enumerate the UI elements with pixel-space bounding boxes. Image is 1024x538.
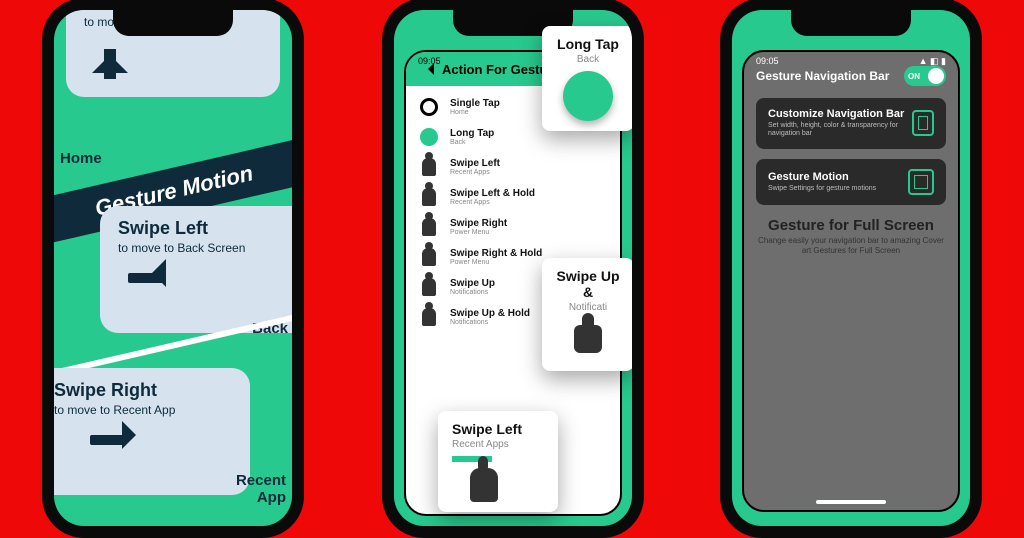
card-customize-navbar[interactable]: Customize Navigation Bar Set width, heig…	[756, 98, 946, 149]
arrow-right-icon	[94, 435, 142, 483]
arrow-left-icon	[118, 273, 166, 321]
popup-title: Swipe Up &	[556, 268, 620, 300]
long-tap-icon	[420, 128, 438, 146]
settings-toggle-row: Gesture Navigation Bar ON	[756, 66, 946, 86]
card-title: Gesture Motion	[768, 171, 876, 183]
swipe-hold-icon	[422, 248, 436, 266]
popup-title: Long Tap	[556, 36, 620, 52]
popup-sub: Back	[556, 54, 620, 65]
toggle-switch[interactable]: ON	[904, 66, 946, 86]
swipe-hold-icon	[422, 308, 436, 326]
phone-notch	[791, 10, 911, 36]
popup-swipe-up: Swipe Up & Notificati	[542, 258, 634, 371]
popup-sub: Recent Apps	[452, 439, 544, 450]
swipe-right-sub: to move to Recent App	[54, 403, 232, 417]
swipe-icon	[422, 158, 436, 176]
phone-notch	[113, 10, 233, 36]
toggle-label: Gesture Navigation Bar	[756, 69, 889, 83]
inner-app-window: 09:05 ▲ ◧ ▮ Gesture Navigation Bar ON Cu…	[742, 50, 960, 512]
status-time: 09:05	[756, 56, 779, 67]
fullscreen-sub: Change easily your navigation bar to ama…	[756, 236, 946, 257]
swipe-left-sub: to move to Back Screen	[118, 241, 292, 255]
phone-mockup-2: 09:05 ▲ ◧ ▮ Action For Gesture Single Ta…	[382, 0, 644, 538]
phone-mockup-1: Swipe Up to move to Home Screen Home Ges…	[42, 0, 304, 538]
list-item[interactable]: Swipe RightPower Menu	[418, 212, 608, 242]
card-swipe-right: Swipe Right to move to Recent App	[54, 368, 250, 495]
screen-settings: 09:05 ▲ ◧ ▮ Gesture Navigation Bar ON Cu…	[732, 10, 970, 526]
single-tap-icon	[420, 98, 438, 116]
swipe-up-hand-icon	[568, 317, 608, 357]
card-swipe-left: Swipe Left to move to Back Screen	[100, 206, 292, 333]
home-indicator	[816, 500, 886, 504]
card-sub: Swipe Settings for gesture motions	[768, 185, 876, 193]
popup-swipe-left: Swipe Left Recent Apps	[438, 411, 558, 512]
card-gesture-motion[interactable]: Gesture Motion Swipe Settings for gestur…	[756, 159, 946, 205]
swipe-hold-icon	[422, 188, 436, 206]
swipe-icon	[422, 218, 436, 236]
card-title: Customize Navigation Bar	[768, 108, 912, 120]
list-item[interactable]: Swipe Left & HoldRecent Apps	[418, 182, 608, 212]
gesture-icon	[908, 169, 934, 195]
phone-mockup-3: 09:05 ▲ ◧ ▮ Gesture Navigation Bar ON Cu…	[720, 0, 982, 538]
arrow-up-icon	[84, 37, 132, 85]
hand-icon	[470, 468, 498, 502]
popup-long-tap: Long Tap Back	[542, 26, 634, 131]
app-store-screenshots: Swipe Up to move to Home Screen Home Ges…	[0, 0, 1024, 536]
popup-sub: Notificati	[556, 302, 620, 313]
screen-action-list: 09:05 ▲ ◧ ▮ Action For Gesture Single Ta…	[394, 10, 632, 526]
screen-gesture-tutorial: Swipe Up to move to Home Screen Home Ges…	[54, 10, 292, 526]
fullscreen-title: Gesture for Full Screen	[756, 217, 946, 234]
hint-recent: Recent App	[226, 472, 286, 506]
popup-title: Swipe Left	[452, 421, 544, 437]
swipe-left-title: Swipe Left	[118, 218, 292, 239]
long-tap-circle-icon	[563, 71, 613, 121]
swipe-right-title: Swipe Right	[54, 380, 232, 401]
hint-home: Home	[60, 150, 102, 167]
status-time: 09:05	[418, 56, 441, 67]
swipe-icon	[422, 278, 436, 296]
list-item[interactable]: Swipe LeftRecent Apps	[418, 152, 608, 182]
navbar-icon	[912, 110, 934, 136]
card-sub: Set width, height, color & transparency …	[768, 122, 912, 139]
